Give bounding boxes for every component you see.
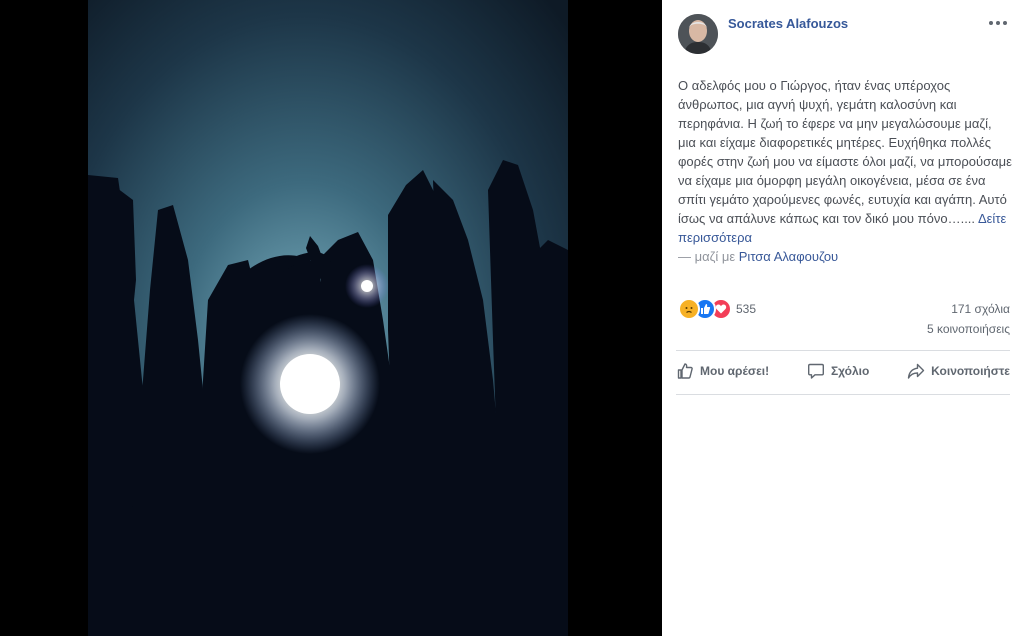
share-button[interactable]: Κοινοποιήστε (903, 362, 1014, 380)
post-photo (88, 0, 568, 636)
sad-icon (678, 298, 700, 320)
comments-count[interactable]: 171 σχόλια (951, 302, 1010, 316)
shares-count[interactable]: 5 κοινοποιήσεις (927, 322, 1010, 336)
comment-button[interactable]: Σχόλιο (803, 362, 873, 380)
post-body: Ο αδελφός μου ο Γιώργος, ήταν ένας υπέρο… (678, 78, 1012, 226)
comment-icon (807, 362, 825, 380)
with-prefix: — μαζί με (678, 249, 736, 264)
tagged-person-link[interactable]: Ριτσα Αλαφουζου (739, 249, 838, 264)
post-actions: Μου αρέσει! Σχόλιο Κοινοποιήστε (672, 352, 1014, 390)
comment-button-label: Σχόλιο (830, 364, 870, 378)
more-options-icon[interactable] (986, 14, 1010, 32)
like-button-label: Μου αρέσει! (700, 364, 770, 378)
post-side-panel: Socrates Alafouzos Ο αδελφός μου ο Γιώργ… (662, 0, 1024, 636)
post-photo-viewer[interactable] (0, 0, 662, 636)
divider (676, 394, 1010, 395)
avatar[interactable] (678, 14, 718, 54)
avatar-image (678, 14, 718, 54)
share-icon (907, 362, 925, 380)
post-text: Ο αδελφός μου ο Γιώργος, ήταν ένας υπέρο… (678, 76, 1012, 266)
reaction-count: 535 (736, 302, 757, 316)
like-button[interactable]: Μου αρέσει! (672, 362, 773, 380)
author-name[interactable]: Socrates Alafouzos (728, 16, 848, 31)
divider (676, 350, 1010, 351)
thumbs-up-icon (676, 362, 694, 380)
share-button-label: Κοινοποιήστε (931, 364, 1010, 378)
reactions-summary[interactable]: 535 (678, 298, 756, 320)
